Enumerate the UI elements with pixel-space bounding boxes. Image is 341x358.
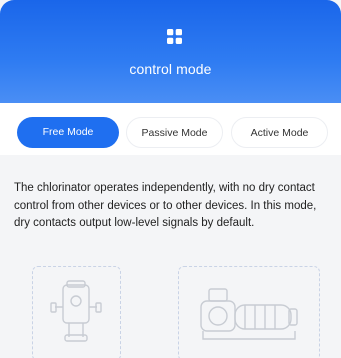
chlorinator-device-illustration <box>50 280 102 342</box>
free-mode-button[interactable]: Free Mode <box>17 117 119 148</box>
mode-content: The chlorinator operates independently, … <box>0 155 341 358</box>
mode-selector: Free Mode Passive Mode Active Mode <box>0 103 341 155</box>
active-mode-button[interactable]: Active Mode <box>231 117 328 148</box>
pump-device-illustration <box>200 288 298 340</box>
control-mode-screen: control mode Free Mode Passive Mode Acti… <box>0 0 341 358</box>
chlorinator-image-frame <box>32 266 121 358</box>
passive-mode-button[interactable]: Passive Mode <box>126 117 223 148</box>
grid-icon <box>167 29 182 44</box>
pump-image-frame <box>178 266 320 358</box>
header: control mode <box>0 0 341 103</box>
page-title: control mode <box>129 61 212 77</box>
mode-description: The chlorinator operates independently, … <box>14 182 317 229</box>
